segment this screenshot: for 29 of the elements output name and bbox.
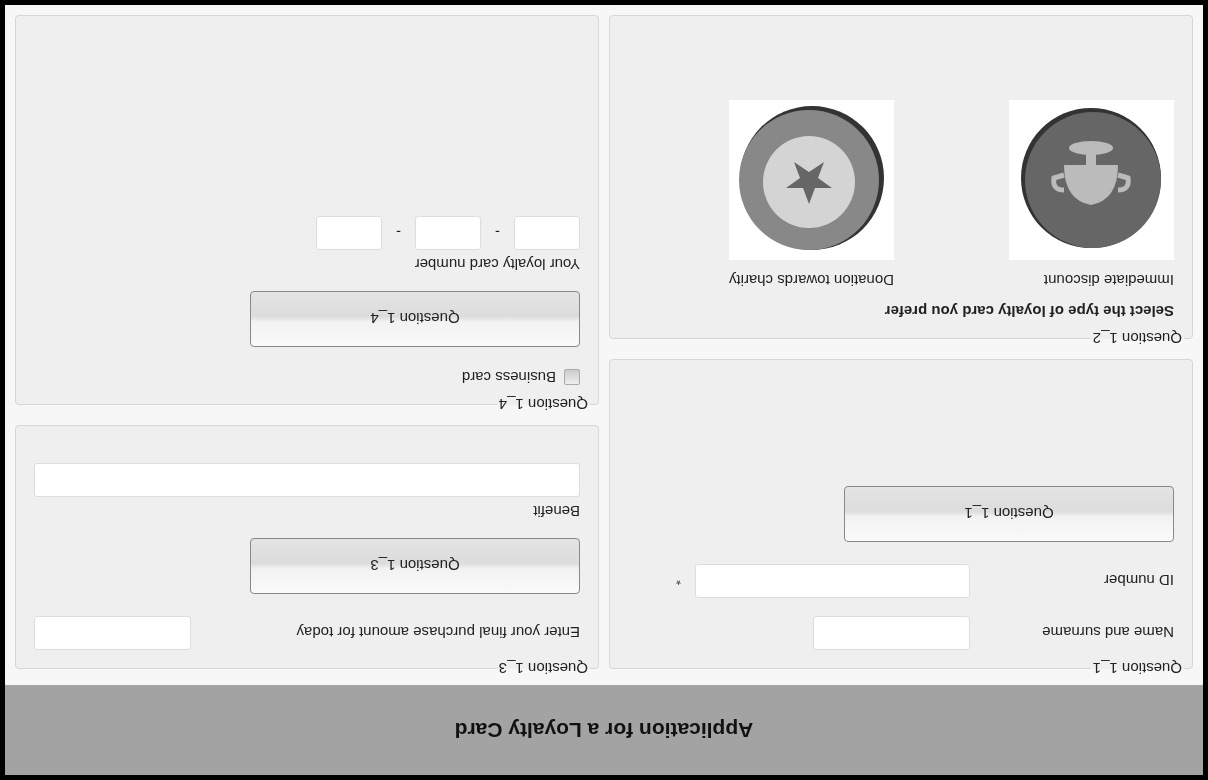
option-label: Immediate discount xyxy=(1042,272,1174,289)
page-title: Application for a Loyalty Card xyxy=(454,718,754,742)
input-field[interactable] xyxy=(695,564,970,598)
question-button[interactable]: Question 1_4 xyxy=(250,291,580,347)
field-label: Your loyalty card number xyxy=(413,256,580,273)
field-label: ID number xyxy=(1102,572,1174,590)
question-button[interactable]: Question 1_3 xyxy=(250,538,580,594)
input-field[interactable] xyxy=(34,616,191,650)
input-field[interactable] xyxy=(316,216,382,250)
panel-legend: Question 1_4 xyxy=(496,396,590,413)
field-label: Benefit xyxy=(532,503,580,520)
option-label: Donation towards charity xyxy=(727,272,894,289)
question-button[interactable]: Question 1_1 xyxy=(844,486,1174,542)
panel-legend: Question 1_1 xyxy=(1090,660,1184,677)
question-heading: Select the type of loyalty card you prefer xyxy=(883,303,1174,320)
input-field[interactable] xyxy=(415,216,481,250)
panel-legend: Question 1_3 xyxy=(496,660,590,677)
required-mark: * xyxy=(675,573,681,589)
input-field[interactable] xyxy=(34,463,580,497)
field-label: Enter your final purchase amount for today xyxy=(296,624,580,642)
checkbox-label: Business card xyxy=(461,369,556,386)
panel-legend: Question 1_2 xyxy=(1090,330,1184,347)
input-field[interactable] xyxy=(514,216,580,250)
separator-dash: - xyxy=(494,224,501,242)
input-field[interactable] xyxy=(813,616,970,650)
field-label: Name and surname xyxy=(1041,624,1174,642)
trophy-icon xyxy=(1009,100,1174,260)
separator-dash: - xyxy=(395,224,402,242)
checkbox[interactable] xyxy=(564,369,580,386)
